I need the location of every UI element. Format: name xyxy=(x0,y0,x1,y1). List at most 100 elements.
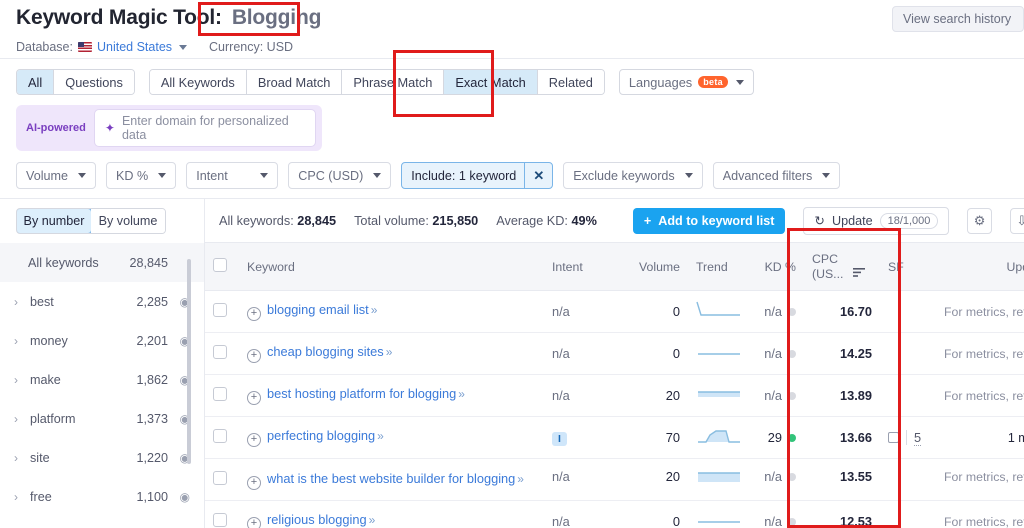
tab-all-keywords[interactable]: All Keywords xyxy=(149,70,247,94)
column-trend[interactable]: Trend xyxy=(688,242,750,291)
close-icon[interactable]: ✕ xyxy=(524,163,552,188)
checkbox-icon[interactable] xyxy=(213,387,227,401)
tab-exact-match[interactable]: Exact Match xyxy=(444,70,538,94)
column-updated[interactable]: Updated xyxy=(936,242,1024,291)
trend-sparkline-drop xyxy=(696,301,740,316)
sidebar-item-all-keywords[interactable]: All keywords 28,845 xyxy=(0,243,204,282)
add-to-keyword-list-button[interactable]: + Add to keyword list xyxy=(632,207,786,234)
filter-intent[interactable]: Intent xyxy=(186,162,279,189)
eye-icon[interactable]: ◉ xyxy=(168,490,190,504)
filter-include-keyword[interactable]: Include: 1 keyword ✕ xyxy=(401,162,554,189)
serp-feature-icon[interactable] xyxy=(888,432,899,443)
sidebar-tab-by-volume[interactable]: By volume xyxy=(91,209,165,233)
open-serp-icon[interactable]: » xyxy=(369,513,376,527)
select-all-header[interactable] xyxy=(205,242,239,291)
keyword-link[interactable]: religious blogging xyxy=(267,512,367,527)
column-volume[interactable]: Volume xyxy=(622,242,688,291)
export-icon[interactable]: ⇩ xyxy=(1009,207,1024,234)
chevron-right-icon[interactable]: › xyxy=(14,451,30,465)
chevron-down-icon xyxy=(158,173,167,178)
checkbox-icon[interactable] xyxy=(213,471,227,485)
keyword-link[interactable]: cheap blogging sites xyxy=(267,344,384,359)
tab-related[interactable]: Related xyxy=(537,70,604,94)
sidebar-item-best[interactable]: › best 2,285 ◉ xyxy=(0,282,204,321)
add-keyword-icon[interactable]: + xyxy=(247,432,261,447)
column-cpc[interactable]: CPC (US... xyxy=(804,242,880,291)
column-intent[interactable]: Intent xyxy=(544,242,622,291)
checkbox-icon[interactable] xyxy=(213,258,227,272)
table-row[interactable]: + what is the best website builder for bl… xyxy=(205,458,1024,501)
row-checkbox[interactable] xyxy=(205,332,239,375)
stat-average-kd-value: 49% xyxy=(571,213,597,228)
chevron-right-icon[interactable]: › xyxy=(14,334,30,348)
open-serp-icon[interactable]: » xyxy=(517,472,524,486)
open-serp-icon[interactable]: » xyxy=(458,387,465,401)
sidebar-item-free[interactable]: › free 1,100 ◉ xyxy=(0,477,204,516)
table-body: + blogging email list» n/a 0 n/a 16.70 Fo… xyxy=(205,290,1024,528)
keyword-link[interactable]: best hosting platform for blogging xyxy=(267,386,456,401)
tab-broad-match[interactable]: Broad Match xyxy=(246,70,343,94)
add-keyword-icon[interactable]: + xyxy=(247,516,261,528)
sidebar-item-guest[interactable]: › guest 804 ◉ xyxy=(0,516,204,528)
table-row[interactable]: + religious blogging» n/a 0 n/a 12.53 For… xyxy=(205,500,1024,528)
sidebar-item-platform[interactable]: › platform 1,373 ◉ xyxy=(0,399,204,438)
chevron-right-icon[interactable]: › xyxy=(14,295,30,309)
row-checkbox[interactable] xyxy=(205,416,239,459)
gear-icon[interactable]: ⚙ xyxy=(967,207,992,234)
keyword-link[interactable]: what is the best website builder for blo… xyxy=(267,471,515,486)
column-keyword[interactable]: Keyword xyxy=(239,242,544,291)
chevron-right-icon[interactable]: › xyxy=(14,412,30,426)
table-row[interactable]: + perfecting blogging» I 70 29 13.66 5 1… xyxy=(205,416,1024,459)
chevron-right-icon[interactable]: › xyxy=(14,373,30,387)
open-serp-icon[interactable]: » xyxy=(386,345,393,359)
view-search-history-button[interactable]: View search history xyxy=(892,6,1024,32)
row-checkbox[interactable] xyxy=(205,458,239,501)
tab-questions[interactable]: Questions xyxy=(54,70,134,94)
cell-sf xyxy=(880,500,936,528)
add-keyword-icon[interactable]: + xyxy=(247,390,261,405)
column-kd[interactable]: KD % xyxy=(750,242,804,291)
intent-badge: I xyxy=(552,431,567,446)
row-checkbox[interactable] xyxy=(205,374,239,417)
chevron-right-icon[interactable]: › xyxy=(14,490,30,504)
tab-phrase-match[interactable]: Phrase Match xyxy=(342,70,445,94)
checkbox-icon[interactable] xyxy=(213,513,227,527)
open-serp-icon[interactable]: » xyxy=(377,429,384,443)
checkbox-icon[interactable] xyxy=(213,429,227,443)
filter-cpc[interactable]: CPC (USD) xyxy=(288,162,392,189)
sort-desc-icon[interactable] xyxy=(852,266,865,280)
keyword-link[interactable]: perfecting blogging xyxy=(267,428,375,443)
table-row[interactable]: + cheap blogging sites» n/a 0 n/a 14.25 F… xyxy=(205,332,1024,375)
sidebar-item-make[interactable]: › make 1,862 ◉ xyxy=(0,360,204,399)
sparkle-icon: ✦ xyxy=(104,121,115,135)
add-keyword-icon[interactable]: + xyxy=(247,475,261,490)
sidebar-item-site[interactable]: › site 1,220 ◉ xyxy=(0,438,204,477)
database-selector[interactable]: Database: United States xyxy=(16,40,188,54)
column-sf[interactable]: SF xyxy=(880,242,936,291)
table-row[interactable]: + blogging email list» n/a 0 n/a 16.70 Fo… xyxy=(205,290,1024,333)
add-keyword-icon[interactable]: + xyxy=(247,306,261,321)
tab-all[interactable]: All xyxy=(17,70,55,94)
checkbox-icon[interactable] xyxy=(213,303,227,317)
filter-kd[interactable]: KD % xyxy=(106,162,177,189)
add-keyword-icon[interactable]: + xyxy=(247,348,261,363)
filter-advanced[interactable]: Advanced filters xyxy=(712,162,841,189)
sidebar-tab-by-number[interactable]: By number xyxy=(17,209,92,233)
sidebar-item-money[interactable]: › money 2,201 ◉ xyxy=(0,321,204,360)
cell-keyword: + what is the best website builder for bl… xyxy=(239,458,544,501)
page-title-label: Keyword Magic Tool: xyxy=(16,6,222,29)
keyword-magic-tool-page: Keyword Magic Tool: Blogging Database: U… xyxy=(0,0,1024,528)
sidebar-scrollbar[interactable] xyxy=(187,259,191,464)
update-button[interactable]: ↻ Update 18/1,000 xyxy=(803,206,950,235)
row-checkbox[interactable] xyxy=(205,500,239,528)
languages-dropdown[interactable]: Languages beta xyxy=(618,69,754,95)
filter-exclude-keywords[interactable]: Exclude keywords xyxy=(563,162,703,189)
open-serp-icon[interactable]: » xyxy=(371,303,378,317)
table-row[interactable]: + best hosting platform for blogging» n/a… xyxy=(205,374,1024,417)
filter-volume[interactable]: Volume xyxy=(16,162,97,189)
checkbox-icon[interactable] xyxy=(213,345,227,359)
row-checkbox[interactable] xyxy=(205,290,239,333)
keyword-link[interactable]: blogging email list xyxy=(267,302,369,317)
domain-input-wrapper[interactable]: ✦ Enter domain for personalized data xyxy=(93,109,316,147)
cell-volume: 0 xyxy=(622,290,688,333)
